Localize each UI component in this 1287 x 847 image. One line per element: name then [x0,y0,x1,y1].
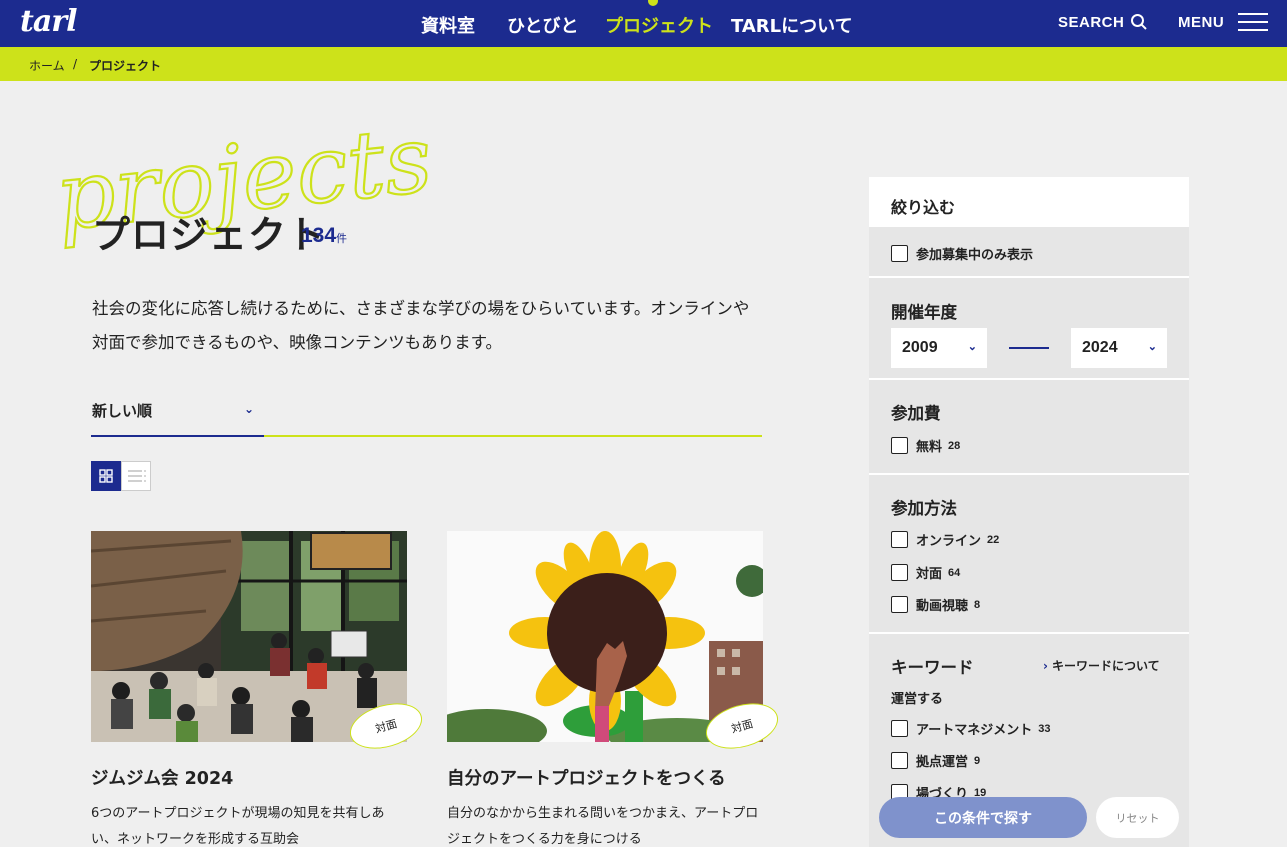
checkbox-label: 対面 [916,567,943,582]
divider [264,435,762,437]
chevron-down-icon: ⌄ [244,402,255,416]
nav-item-about[interactable]: TARLについて [731,12,853,38]
project-card-description: 6つのアートプロジェクトが現場の知見を共有しあい、ネットワークを形成する互助会 [91,806,385,847]
checkbox-label: 拠点運営 [916,755,969,770]
checkbox-icon[interactable] [891,564,908,581]
hamburger-icon [1238,13,1269,31]
project-card[interactable]: 対面 自分のアートプロジェクトをつくる 自分のなかから生まれる問いをつかまえ、ア… [447,531,784,847]
sort-select[interactable]: 新しい順 ⌄ [92,400,264,421]
project-card[interactable]: 対面 ジムジム会 2024 6つのアートプロジェクトが現場の知見を共有しあい、ネ… [91,531,428,847]
filter-header: 絞り込む [869,177,1189,227]
project-count-number: 134 [301,224,337,247]
nav-item-projects[interactable]: プロジェクト [605,12,713,38]
grid-view-toggle[interactable] [91,461,121,491]
divider [869,378,1189,380]
year-from-value: 2009 [902,339,938,356]
checkbox-icon[interactable] [891,596,908,613]
checkbox-icon[interactable] [891,437,908,454]
breadcrumb-separator: / [73,57,78,71]
project-card-title[interactable]: 自分のアートプロジェクトをつくる [447,765,726,790]
option-count: 8 [974,598,981,611]
page-title: プロジェクト [92,213,327,257]
checkbox-icon[interactable] [891,720,908,737]
apply-filter-button[interactable]: この条件で探す [879,797,1087,838]
option-count: 22 [987,533,1000,546]
sort-selected-value: 新しい順 [92,402,153,420]
checkbox-icon[interactable] [891,245,908,262]
project-card-image[interactable] [91,531,407,742]
sunflower-photo [447,531,763,742]
chevron-down-icon: ⌄ [967,341,977,353]
checkbox-label: 無料 [916,440,943,455]
year-section-title: 開催年度 [891,303,957,322]
search-button[interactable]: SEARCH [1058,13,1148,31]
project-count: 134件 [301,224,347,248]
reset-filter-button[interactable]: リセット [1096,797,1179,838]
checkbox-icon[interactable] [891,531,908,548]
top-navigation: tarl 資料室 ひとびと プロジェクト TARLについて SEARCH MEN… [0,0,1287,47]
recruiting-only-checkbox[interactable]: 参加募集中のみ表示 [891,244,1033,263]
filter-panel: 絞り込む 参加募集中のみ表示 開催年度 2009 ⌄ 2024 ⌄ 参加費 無料… [869,177,1189,847]
keyword-about-label: キーワードについて [1051,659,1160,673]
checkbox-label: オンライン [916,534,982,549]
option-count: 9 [974,754,981,767]
search-icon [1131,14,1148,30]
search-label: SEARCH [1058,13,1125,31]
list-icon [128,470,146,482]
method-video-checkbox[interactable]: 動画視聴 8 [891,595,980,614]
checkbox-label: アートマネジメント [916,723,1033,738]
fee-free-checkbox[interactable]: 無料 28 [891,436,960,455]
active-indicator-dot [648,0,658,6]
project-card-description: 自分のなかから生まれる問いをつかまえ、アートプロジェクトをつくる力を身につける [447,806,759,847]
method-online-checkbox[interactable]: オンライン 22 [891,530,999,549]
lead-text: 社会の変化に応答し続けるために、さまざまな学びの場をひらいています。オンラインや… [92,292,792,360]
keyword-group-title: 運営する [891,692,944,707]
site-logo[interactable]: tarl [20,4,77,39]
chevron-down-icon: ⌄ [1147,341,1157,353]
checkbox-label: 参加募集中のみ表示 [916,248,1034,263]
keyword-section-title: キーワード [891,658,974,677]
keyword-art-management-checkbox[interactable]: アートマネジメント 33 [891,719,1050,738]
keyword-base-operation-checkbox[interactable]: 拠点運営 9 [891,751,980,770]
year-to-select[interactable]: 2024 ⌄ [1071,328,1167,368]
breadcrumb: ホーム / プロジェクト [0,47,1287,81]
project-count-unit: 件 [336,233,348,245]
method-in-person-checkbox[interactable]: 対面 64 [891,563,960,582]
divider [869,473,1189,475]
option-count: 33 [1038,722,1051,735]
breadcrumb-home[interactable]: ホーム [29,57,65,74]
sort-underline [91,435,264,437]
divider [869,276,1189,278]
option-count: 64 [948,566,961,579]
lead-line-1: 社会の変化に応答し続けるために、さまざまな学びの場をひらいています。オンラインや [92,299,750,318]
grid-icon [99,469,113,483]
gallery-photo [91,531,407,742]
list-view-toggle[interactable] [121,461,151,491]
divider [869,632,1189,634]
project-card-image[interactable] [447,531,763,742]
filter-heading: 絞り込む [891,198,956,217]
project-card-title[interactable]: ジムジム会 2024 [91,765,233,790]
fee-section-title: 参加費 [891,404,941,423]
method-section-title: 参加方法 [891,499,957,518]
year-to-value: 2024 [1082,339,1118,356]
menu-button[interactable]: MENU [1178,13,1269,31]
chevron-right-icon: › [1043,659,1048,673]
nav-item-archive[interactable]: 資料室 [421,12,475,38]
year-range-dash [1009,347,1049,349]
breadcrumb-current: プロジェクト [89,59,162,73]
keyword-about-link[interactable]: › キーワードについて [1043,657,1160,674]
checkbox-icon[interactable] [891,752,908,769]
option-count: 28 [948,439,961,452]
menu-label: MENU [1178,13,1225,31]
nav-item-people[interactable]: ひとびと [507,12,578,38]
checkbox-label: 動画視聴 [916,599,969,614]
lead-line-2: 対面で参加できるものや、映像コンテンツもあります。 [92,333,503,352]
year-from-select[interactable]: 2009 ⌄ [891,328,987,368]
